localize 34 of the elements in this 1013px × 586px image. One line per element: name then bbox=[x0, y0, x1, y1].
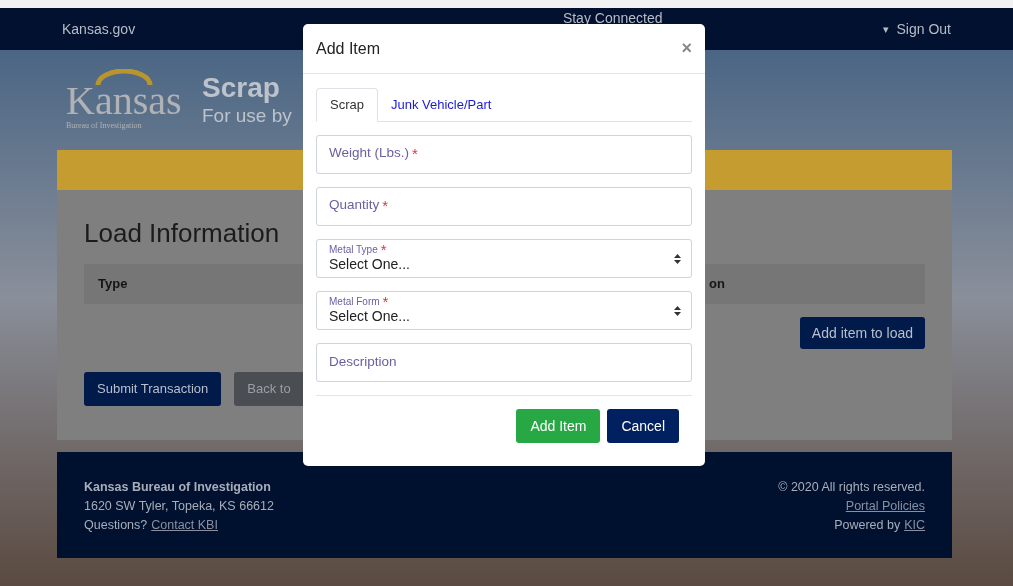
copyright-text: © 2020 All rights reserved. bbox=[778, 479, 925, 496]
tab[interactable]: Junk Vehicle/Part bbox=[377, 88, 505, 121]
dialog-button[interactable]: Cancel bbox=[607, 409, 679, 443]
page-subtitle: For use by bbox=[202, 104, 292, 128]
add-item-to-load-button[interactable]: Add item to load bbox=[799, 317, 925, 349]
sort-arrows-icon bbox=[674, 254, 681, 264]
powered-by-label: Powered by bbox=[834, 517, 901, 534]
select-field[interactable]: Metal Form * Select One... bbox=[316, 291, 692, 330]
address-text: 1620 SW Tyler, Topeka, KS 66612 bbox=[84, 498, 274, 515]
portal-policies-link[interactable]: Portal Policies bbox=[845, 497, 925, 516]
input-field[interactable]: Quantity * bbox=[316, 187, 692, 226]
page-title: Scrap bbox=[202, 72, 281, 104]
sort-arrows-icon bbox=[674, 306, 681, 316]
organization-name: Kansas Bureau of Investigation bbox=[84, 479, 272, 496]
stay-connected-label: Stay Connected bbox=[562, 8, 663, 28]
select-field[interactable]: Metal Type * Select One... bbox=[316, 239, 692, 278]
contact-link[interactable]: Contact KBI bbox=[151, 516, 218, 535]
logo-subtitle: Bureau of Investigation bbox=[66, 121, 142, 131]
section-heading: Load Information bbox=[84, 218, 280, 248]
site-link[interactable]: Kansas.gov bbox=[62, 18, 136, 40]
input-field[interactable]: Description bbox=[316, 343, 692, 382]
kansas-logo-text: Kansas bbox=[66, 81, 182, 121]
action-button[interactable]: Submit Transaction bbox=[84, 372, 222, 406]
close-button[interactable]: × bbox=[681, 35, 692, 62]
dialog-title: Add Item bbox=[316, 38, 381, 59]
column-header: Type bbox=[98, 275, 129, 294]
column-header: on bbox=[709, 275, 725, 294]
questions-label: Questions? bbox=[84, 517, 148, 534]
tab[interactable]: Scrap bbox=[316, 88, 378, 122]
kic-link[interactable]: KIC bbox=[904, 516, 925, 535]
seal-arc-icon bbox=[94, 69, 154, 85]
sign-out-link[interactable]: Sign Out bbox=[896, 18, 951, 40]
input-field[interactable]: Weight (Lbs.) * bbox=[316, 135, 692, 174]
caret-icon[interactable]: ▾ bbox=[882, 20, 889, 38]
